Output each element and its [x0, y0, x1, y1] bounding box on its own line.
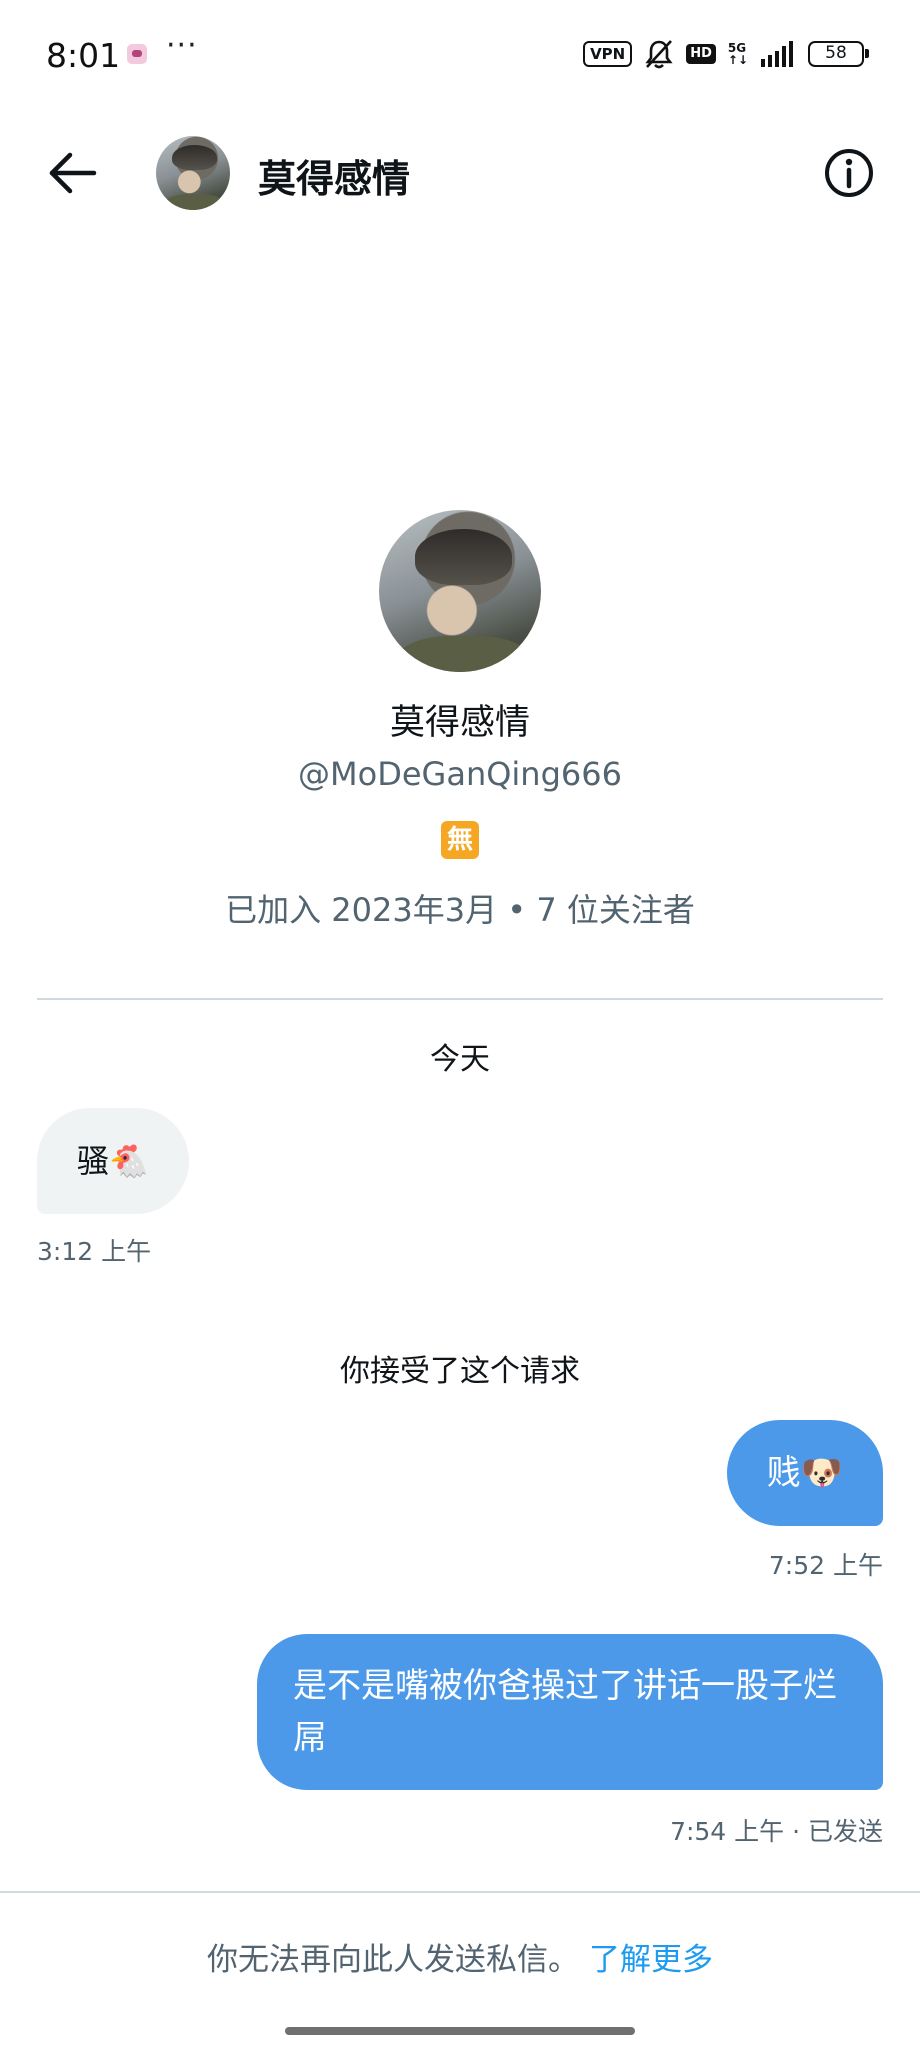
profile-card: 莫得感情 @MoDeGanQing666 無 已加入 2023年3月 • 7 位…	[0, 510, 920, 931]
home-indicator[interactable]	[285, 2027, 635, 2035]
info-icon	[825, 149, 873, 197]
profile-avatar-image	[379, 510, 541, 672]
back-button[interactable]	[44, 148, 100, 198]
more-notifications-icon: ···	[166, 28, 198, 63]
conversation-header: 莫得感情	[0, 110, 920, 235]
system-message: 你接受了这个请求	[340, 1354, 580, 1389]
footer-divider	[0, 1891, 920, 1893]
avatar-image	[156, 136, 230, 210]
avatar[interactable]	[156, 136, 230, 210]
info-button[interactable]	[822, 146, 876, 200]
status-bar: 8:01 ··· VPN HD 5G ↑↓ 58	[0, 0, 920, 110]
divider	[37, 998, 883, 1000]
date-separator: 今天	[430, 1042, 490, 1077]
dm-disabled-notice: 你无法再向此人发送私信。 了解更多	[0, 1934, 920, 1979]
vpn-icon: VPN	[583, 41, 633, 67]
hd-icon: HD	[686, 44, 716, 64]
message-timestamp: 3:12 上午	[37, 1237, 152, 1266]
message-bubble-incoming[interactable]: 骚🐔	[37, 1108, 189, 1214]
status-time: 8:01	[46, 36, 121, 75]
profile-handle: @MoDeGanQing666	[298, 755, 622, 793]
message-bubble-outgoing[interactable]: 贱🐶	[726, 1420, 883, 1526]
message-timestamp-status: 7:54 上午 · 已发送	[670, 1817, 883, 1846]
signal-icon	[761, 41, 793, 67]
message-timestamp: 7:52 上午	[768, 1551, 883, 1580]
conversation-title[interactable]: 莫得感情	[258, 148, 410, 203]
network-type: 5G ↑↓	[728, 42, 748, 66]
message-bubble-outgoing[interactable]: 是不是嘴被你爸操过了讲话一股子烂屌	[257, 1634, 883, 1790]
status-icons: VPN HD 5G ↑↓ 58	[583, 38, 869, 70]
profile-name[interactable]: 莫得感情	[0, 694, 920, 745]
dm-disabled-text: 你无法再向此人发送私信。	[207, 1942, 579, 1978]
profile-meta: 已加入 2023年3月 • 7 位关注者	[225, 891, 695, 929]
network-activity-icon: ↑↓	[727, 53, 748, 67]
bell-muted-icon	[645, 40, 673, 69]
profile-avatar[interactable]	[379, 510, 541, 672]
profile-bio-badge: 無	[441, 821, 479, 859]
app-notification-icon	[127, 44, 147, 64]
arrow-left-icon	[49, 152, 97, 194]
learn-more-link[interactable]: 了解更多	[589, 1942, 713, 1978]
battery-icon: 58	[808, 41, 869, 67]
